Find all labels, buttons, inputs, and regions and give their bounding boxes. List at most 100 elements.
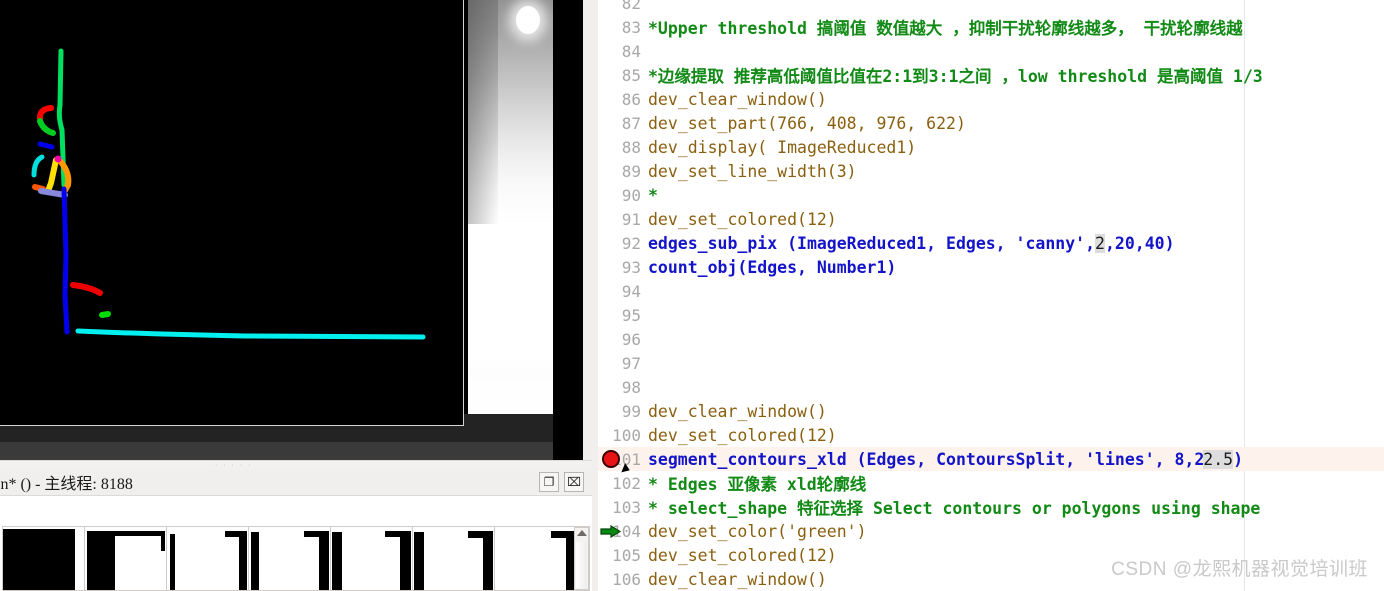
thumb-shape (251, 532, 259, 590)
code-line[interactable]: 83 *Upper threshold 搞阈值 数值越大 ，抑制干扰轮廓线越多， … (598, 15, 1384, 39)
xld-contour-window[interactable] (0, 0, 464, 426)
code-line[interactable]: 91 dev_set_colored(12) (598, 207, 1384, 231)
thumbnail-strip[interactable] (2, 526, 590, 591)
list-item[interactable] (249, 527, 331, 590)
code-token: dev_display( ImageReduced1) (648, 137, 917, 157)
code-text[interactable]: dev_set_color('green') (646, 522, 867, 541)
line-number: 105 (612, 545, 641, 565)
code-line[interactable]: 99 dev_clear_window() (598, 399, 1384, 423)
line-number: 95 (621, 305, 641, 325)
purple-contour (38, 188, 68, 198)
thumb-shape (332, 532, 342, 590)
cyan-arc-contour (31, 154, 45, 178)
red-arc-contour (36, 105, 54, 122)
code-line[interactable]: 93 count_obj(Edges, Number1) (598, 255, 1384, 279)
code-text[interactable]: edges_sub_pix (ImageReduced1, Edges, 'ca… (646, 233, 1175, 253)
code-text[interactable]: dev_clear_window() (646, 570, 827, 589)
code-line[interactable]: 87 dev_set_part(766, 408, 976, 622) (598, 111, 1384, 135)
panel-titlebar[interactable]: in* () - 主线程: 8188 ❐ ⌧ (0, 469, 592, 496)
code-line[interactable]: 103 * select_shape 特征选择 Select contours o… (598, 495, 1384, 519)
blue-long-vertical-contour (61, 186, 70, 335)
list-item[interactable] (167, 527, 249, 590)
code-line[interactable]: 90 * (598, 183, 1384, 207)
code-text[interactable]: dev_set_colored(12) (646, 426, 837, 445)
list-item[interactable] (413, 527, 495, 590)
code-line[interactable]: 82 (598, 0, 1384, 15)
code-token: dev_set_colored(12) (648, 209, 837, 229)
list-item[interactable] (85, 527, 167, 590)
code-line[interactable]: 94 (598, 279, 1384, 303)
code-line[interactable]: 89 dev_set_line_width(3) (598, 159, 1384, 183)
restore-button[interactable]: ❐ (539, 472, 559, 492)
thumbnail-scrollbar[interactable] (574, 527, 589, 590)
code-token: dev_set_color('green') (648, 521, 867, 541)
green-arc-contour (37, 118, 56, 136)
thumb-shape (400, 531, 411, 590)
code-line[interactable]: 101 segment_contours_xld (Edges, Contours… (598, 447, 1384, 475)
list-item[interactable] (3, 527, 85, 590)
code-token: dev_clear_window() (648, 401, 827, 421)
code-line[interactable]: 88 dev_display( ImageReduced1) (598, 135, 1384, 159)
code-line[interactable]: 104 dev_set_color('green') (598, 519, 1384, 543)
close-button[interactable]: ⌧ (564, 472, 584, 492)
code-text[interactable]: * select_shape 特征选择 Select contours or p… (646, 495, 1260, 519)
code-line[interactable]: 84 (598, 39, 1384, 63)
line-number: 90 (621, 185, 641, 205)
code-text[interactable]: dev_clear_window() (646, 402, 827, 421)
iconic-variable-area (0, 496, 592, 591)
code-line[interactable]: 98 (598, 375, 1384, 399)
breakpoint-icon[interactable] (602, 450, 620, 468)
code-text[interactable]: dev_set_colored(12) (646, 546, 837, 565)
code-text[interactable]: dev_set_colored(12) (646, 210, 837, 229)
code-line[interactable]: 102 * Edges 亚像素 xld轮廓线 (598, 471, 1384, 495)
thumb-shape (170, 534, 175, 590)
band-shadow (468, 0, 498, 224)
thumb-shape (161, 531, 165, 551)
line-number: 93 (621, 257, 641, 277)
code-text[interactable]: segment_contours_xld (Edges, ContoursSpl… (646, 449, 1244, 469)
scrollbar-track[interactable] (576, 542, 587, 588)
contour-canvas (31, 48, 426, 340)
code-line[interactable]: 97 (598, 351, 1384, 375)
code-token: ,20,40) (1104, 233, 1175, 253)
thumb-shape (414, 532, 424, 590)
line-number: 88 (621, 137, 641, 157)
code-token: count_obj(Edges, Number1) (648, 257, 897, 277)
code-text[interactable]: dev_set_line_width(3) (646, 162, 857, 181)
line-number: 92 (621, 233, 641, 253)
list-item[interactable] (495, 527, 577, 590)
code-text[interactable]: dev_display( ImageReduced1) (646, 138, 916, 157)
code-text[interactable]: count_obj(Edges, Number1) (646, 258, 896, 277)
code-text[interactable]: *边缘提取 推荐高低阈值比值在2:1到3:1之间 ，low threshold … (646, 63, 1263, 87)
code-text[interactable]: *Upper threshold 搞阈值 数值越大 ，抑制干扰轮廓线越多， 干扰… (646, 15, 1243, 39)
code-token: * (648, 185, 658, 205)
code-line[interactable]: 96 (598, 327, 1384, 351)
scroll-up-arrow-icon[interactable] (577, 530, 587, 536)
code-editor[interactable]: 82 83 *Upper threshold 搞阈值 数值越大 ，抑制干扰轮廓线越多… (598, 0, 1384, 591)
code-token: ) (1233, 449, 1244, 469)
code-line[interactable]: 100 dev_set_colored(12) (598, 423, 1384, 447)
code-token: dev_set_line_width(3) (648, 161, 857, 181)
thumb-shape (3, 529, 75, 590)
code-token: *Upper threshold 搞阈值 数值越大 ，抑制干扰轮廓线越多， 干扰… (648, 19, 1243, 38)
cyan-baseline-contour (75, 328, 426, 340)
window-buttons: ❐ ⌧ (539, 472, 584, 492)
code-line[interactable]: 95 (598, 303, 1384, 327)
code-text[interactable]: * (646, 186, 658, 205)
code-text[interactable]: dev_clear_window() (646, 90, 827, 109)
line-number: 99 (621, 401, 641, 421)
code-line[interactable]: 86 dev_clear_window() (598, 87, 1384, 111)
line-number: 106 (612, 569, 641, 589)
code-text[interactable]: dev_set_part(766, 408, 976, 622) (646, 114, 966, 133)
thumb-shape (483, 531, 493, 590)
thumb-shape (319, 531, 329, 590)
code-line[interactable]: 92 edges_sub_pix (ImageReduced1, Edges, '… (598, 231, 1384, 255)
line-number: 102 (612, 473, 641, 493)
line-number: 89 (621, 161, 641, 181)
list-item[interactable] (331, 527, 413, 590)
line-number: 103 (612, 497, 641, 517)
code-line[interactable]: 85 *边缘提取 推荐高低阈值比值在2:1到3:1之间 ，low threshol… (598, 63, 1384, 87)
line-number: 100 (612, 425, 641, 445)
code-token: dev_clear_window() (648, 569, 827, 589)
code-text[interactable]: * Edges 亚像素 xld轮廓线 (646, 471, 866, 495)
